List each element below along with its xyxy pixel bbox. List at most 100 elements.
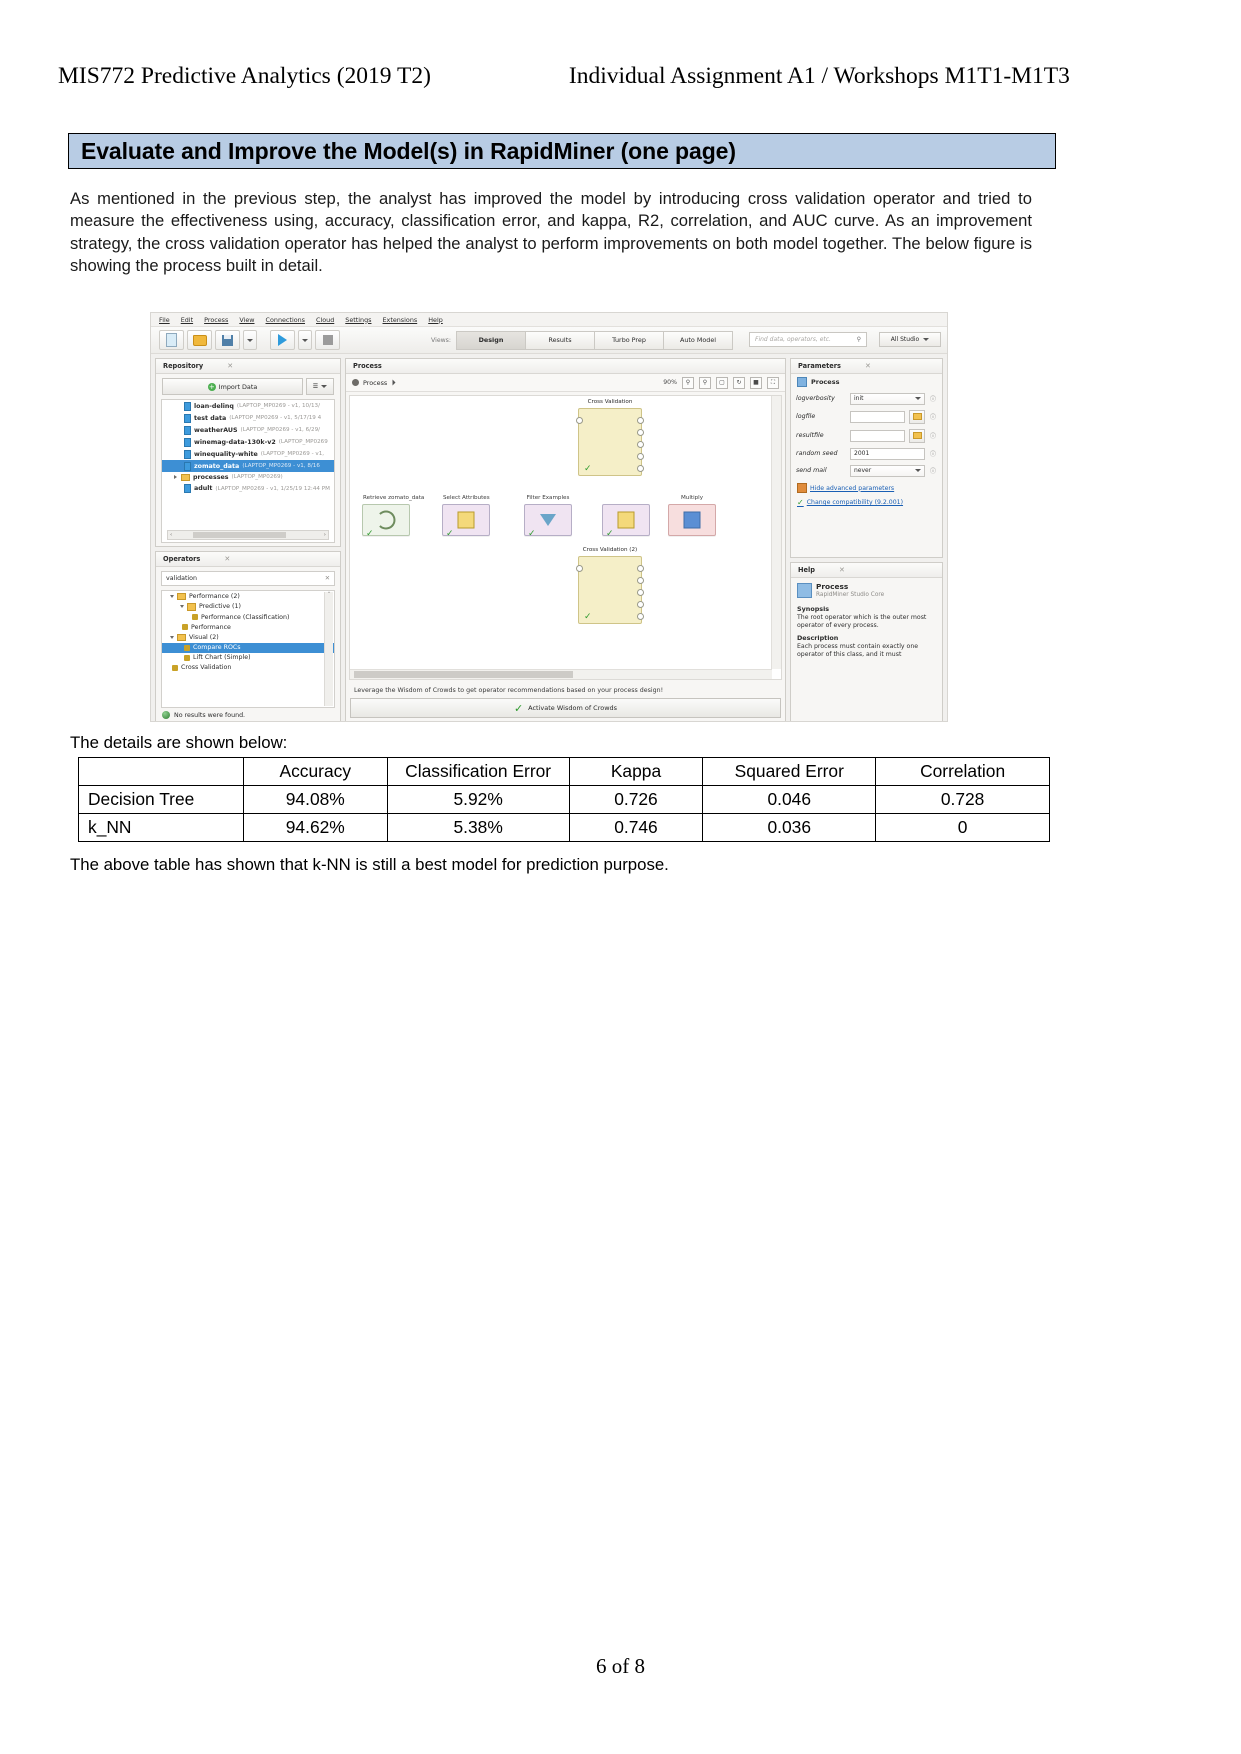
parameters-tab[interactable]: Parameters ✕ — [791, 359, 942, 374]
menu-file[interactable]: File — [159, 316, 170, 324]
resultfile-browse-button[interactable] — [909, 428, 925, 443]
stop-process-button[interactable] — [315, 330, 340, 350]
tree-item-selected[interactable]: Compare ROCs — [162, 642, 334, 653]
list-item-selected[interactable]: zomato_data (LAPTOP_MP0269 - v1, 8/16 — [162, 460, 334, 472]
logfile-input[interactable] — [850, 410, 905, 423]
list-item[interactable]: loan-delinq (LAPTOP_MP0269 - v1, 10/13/ — [162, 400, 334, 412]
info-icon[interactable]: ⓘ — [929, 412, 937, 421]
menu-view[interactable]: View — [239, 316, 254, 324]
menu-cloud[interactable]: Cloud — [316, 316, 334, 324]
process-canvas[interactable]: Cross Validation ✓ Cross Validation (2) — [349, 395, 782, 680]
list-item[interactable]: adult (LAPTOP_MP0269 - v1, 1/25/19 12:44 … — [162, 483, 334, 495]
output-port[interactable] — [637, 565, 644, 572]
output-port[interactable] — [637, 577, 644, 584]
hide-advanced-parameters-link[interactable]: Hide advanced parameters — [797, 483, 936, 493]
list-item[interactable]: test data (LAPTOP_MP0269 - v1, 5/17/19 4 — [162, 412, 334, 424]
cross-validation-2-node[interactable]: Cross Validation (2) ✓ — [576, 547, 644, 624]
info-icon[interactable]: ⓘ — [929, 466, 937, 475]
random-seed-input[interactable]: 2001 — [850, 447, 925, 460]
output-port[interactable] — [637, 453, 644, 460]
auto-layout-icon[interactable]: ↻ — [733, 376, 745, 389]
cross-validation-node[interactable]: Cross Validation ✓ — [576, 399, 644, 476]
zoom-in-icon[interactable]: ⚲ — [682, 376, 694, 389]
tree-item[interactable]: Predictive (1) — [162, 602, 334, 613]
send-mail-select[interactable]: never — [850, 464, 925, 477]
info-icon[interactable]: ⓘ — [929, 449, 937, 458]
scroll-down-icon[interactable]: ˅ — [325, 592, 333, 598]
open-process-button[interactable] — [187, 330, 212, 350]
help-tab[interactable]: Help ✕ — [791, 563, 942, 578]
close-icon[interactable]: ✕ — [865, 362, 871, 370]
numerical-to-binominal-node[interactable]: ✓ — [602, 504, 650, 539]
import-data-button[interactable]: + Import Data — [162, 378, 303, 395]
tree-item[interactable]: Performance (2) — [162, 591, 334, 602]
output-port[interactable] — [637, 465, 644, 472]
list-item[interactable]: winequality-white (LAPTOP_MP0269 - v1, — [162, 448, 334, 460]
new-process-button[interactable] — [159, 330, 184, 350]
save-dropdown-button[interactable] — [243, 330, 257, 350]
tree-item[interactable]: Cross Validation — [162, 663, 334, 673]
canvas-horizontal-scrollbar[interactable] — [350, 669, 772, 679]
select-attributes-node[interactable]: Select Attributes ✓ — [442, 495, 490, 539]
operators-vertical-scrollbar[interactable]: ˅ — [324, 592, 333, 706]
close-icon[interactable]: ✕ — [227, 362, 233, 370]
input-port[interactable] — [576, 417, 583, 424]
menu-help[interactable]: Help — [428, 316, 443, 324]
tab-turbo-prep[interactable]: Turbo Prep — [594, 330, 664, 350]
scroll-right-icon[interactable]: › — [322, 532, 328, 538]
menu-edit[interactable]: Edit — [181, 316, 193, 324]
export-icon[interactable]: ■ — [750, 376, 762, 389]
list-item[interactable]: winemag-data-130k-v2 (LAPTOP_MP0269 — [162, 436, 334, 448]
menu-extensions[interactable]: Extensions — [383, 316, 418, 324]
list-item[interactable]: processes (LAPTOP_MP0269) — [162, 472, 334, 483]
studio-selector[interactable]: All Studio — [879, 332, 941, 347]
output-port[interactable] — [637, 417, 644, 424]
tree-item[interactable]: Visual (2) — [162, 632, 334, 643]
output-port[interactable] — [637, 429, 644, 436]
output-port[interactable] — [637, 613, 644, 620]
resultfile-input[interactable] — [850, 429, 905, 442]
logfile-browse-button[interactable] — [909, 409, 925, 424]
process-tab[interactable]: Process — [346, 359, 785, 374]
multiply-node[interactable]: Multiply — [668, 495, 716, 536]
repository-horizontal-scrollbar[interactable]: ‹ › — [167, 530, 329, 540]
activate-wisdom-button[interactable]: ✓ Activate Wisdom of Crowds — [350, 698, 781, 718]
repository-tab[interactable]: Repository ✕ — [156, 359, 340, 374]
tree-item[interactable]: Lift Chart (Simple) — [162, 653, 334, 663]
operators-search-input[interactable]: validation ✕ — [161, 571, 335, 586]
zoom-out-icon[interactable]: ⚲ — [699, 376, 711, 389]
repository-menu-button[interactable]: ☰ — [306, 378, 334, 395]
global-search-input[interactable]: Find data, operators, etc. ⚲ — [749, 332, 867, 347]
scroll-left-icon[interactable]: ‹ — [168, 532, 174, 538]
info-icon[interactable]: ⓘ — [929, 394, 937, 403]
breadcrumb-label[interactable]: Process — [363, 379, 387, 387]
tab-auto-model[interactable]: Auto Model — [663, 330, 733, 350]
retrieve-node[interactable]: Retrieve zomato_data ✓ — [362, 495, 424, 539]
operators-tab[interactable]: Operators ✕ — [156, 552, 340, 567]
run-dropdown-button[interactable] — [298, 330, 312, 350]
list-item[interactable]: weatherAUS (LAPTOP_MP0269 - v1, 6/29/ — [162, 424, 334, 436]
logverbosity-select[interactable]: init — [850, 392, 925, 405]
zoom-fit-icon[interactable]: ▢ — [716, 376, 728, 389]
run-process-button[interactable] — [270, 330, 295, 350]
info-icon[interactable]: ⓘ — [929, 431, 937, 440]
tree-item[interactable]: Performance — [162, 622, 334, 632]
tree-item[interactable]: Performance (Classification) — [162, 612, 334, 622]
change-compatibility-link[interactable]: ✓ Change compatibility (9.2.001) — [797, 497, 936, 508]
fullscreen-icon[interactable]: ⛶ — [767, 376, 779, 389]
menu-connections[interactable]: Connections — [266, 316, 306, 324]
output-port[interactable] — [637, 589, 644, 596]
scrollbar-thumb[interactable] — [354, 671, 574, 678]
menu-process[interactable]: Process — [204, 316, 228, 324]
tab-design[interactable]: Design — [456, 330, 526, 350]
output-port[interactable] — [637, 601, 644, 608]
output-port[interactable] — [637, 441, 644, 448]
close-icon[interactable]: ✕ — [224, 555, 230, 563]
filter-examples-node[interactable]: Filter Examples ✓ — [524, 495, 572, 539]
operators-tree[interactable]: Performance (2) Predictive (1) Performan… — [161, 590, 335, 708]
canvas-vertical-scrollbar[interactable] — [771, 396, 781, 669]
save-process-button[interactable] — [215, 330, 240, 350]
close-icon[interactable]: ✕ — [839, 566, 845, 574]
scrollbar-thumb[interactable] — [193, 532, 287, 538]
repository-list[interactable]: loan-delinq (LAPTOP_MP0269 - v1, 10/13/ t… — [161, 399, 335, 543]
